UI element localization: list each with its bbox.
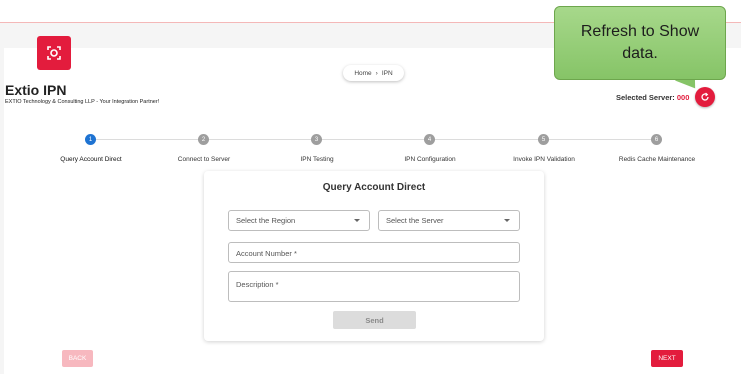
app-logo <box>37 36 71 70</box>
back-button[interactable]: BACK <box>62 350 93 367</box>
step-5-circle[interactable]: 5 <box>538 134 549 145</box>
region-select-value: Select the Region <box>236 216 296 225</box>
step-3-circle[interactable]: 3 <box>311 134 322 145</box>
step-4-label: IPN Configuration <box>404 156 456 163</box>
chevron-down-icon <box>504 219 510 222</box>
chevron-right-icon: › <box>375 69 378 77</box>
description-placeholder: Description * <box>236 280 279 289</box>
step-2-label: Connect to Server <box>177 156 231 163</box>
server-select-value: Select the Server <box>386 216 444 225</box>
annotation-callout: Refresh to Show data. <box>554 6 726 80</box>
step-3-label: IPN Testing <box>300 156 334 163</box>
step-5-label: Invoke IPN Validation <box>513 156 575 163</box>
next-button[interactable]: NEXT <box>651 350 683 367</box>
form-title: Query Account Direct <box>322 182 426 193</box>
step-4-circle[interactable]: 4 <box>424 134 435 145</box>
step-6-circle[interactable]: 6 <box>651 134 662 145</box>
app-title: Extio IPN <box>5 82 67 98</box>
refresh-icon <box>701 92 709 101</box>
server-select[interactable]: Select the Server <box>378 210 520 231</box>
selected-server-value: 000 <box>676 93 690 102</box>
account-number-field[interactable]: Account Number * <box>228 242 520 263</box>
selected-server: Selected Server: 000 <box>616 93 689 102</box>
stepper-track <box>91 139 658 140</box>
refresh-button[interactable] <box>695 87 715 107</box>
step-2-circle[interactable]: 2 <box>198 134 209 145</box>
description-field[interactable]: Description * <box>228 271 520 302</box>
breadcrumb-home[interactable]: Home <box>354 70 371 77</box>
region-select[interactable]: Select the Region <box>228 210 370 231</box>
selected-server-label: Selected Server: <box>616 93 675 102</box>
app-subtitle: EXTIO Technology & Consulting LLP - Your… <box>5 99 160 105</box>
breadcrumb-current: IPN <box>381 69 393 77</box>
account-number-placeholder: Account Number * <box>236 249 297 258</box>
camera-target-icon <box>47 46 61 60</box>
step-1-label: Query Account Direct <box>60 156 122 163</box>
step-1-circle[interactable]: 1 <box>85 134 96 145</box>
step-6-label: Redis Cache Maintenance <box>618 156 696 163</box>
chevron-down-icon <box>354 219 360 222</box>
breadcrumb: Home › IPN <box>343 65 404 81</box>
send-button[interactable]: Send <box>333 311 416 329</box>
